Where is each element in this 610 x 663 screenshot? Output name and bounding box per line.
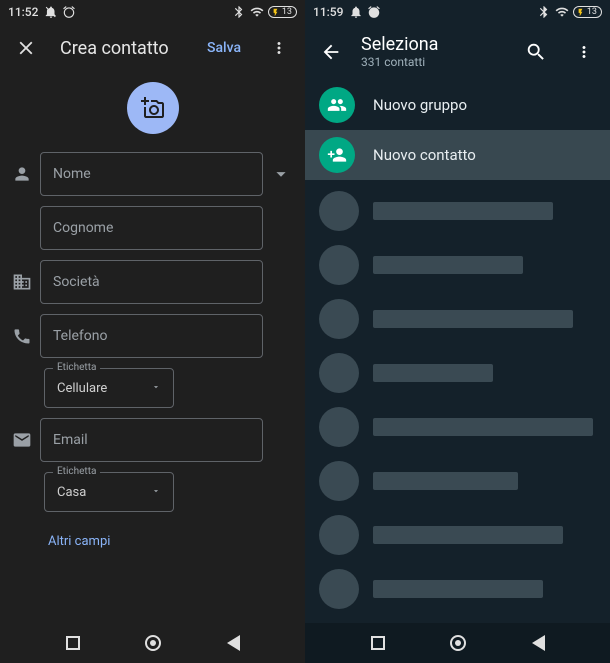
contact-row[interactable] — [319, 238, 596, 292]
wifi-icon — [555, 5, 569, 19]
contact-row[interactable] — [319, 346, 596, 400]
overflow-menu-button[interactable] — [261, 30, 297, 66]
contact-name-placeholder — [373, 202, 553, 220]
new-group-button[interactable]: Nuovo gruppo — [305, 80, 610, 130]
more-vert-icon — [575, 43, 593, 61]
navigation-bar — [305, 623, 610, 663]
search-icon — [525, 41, 547, 63]
company-icon — [12, 272, 32, 292]
contact-row[interactable] — [319, 454, 596, 508]
add-photo-icon — [141, 96, 165, 120]
person-add-icon — [327, 145, 347, 165]
nav-back-button[interactable] — [532, 635, 545, 651]
contact-name-placeholder — [373, 472, 518, 490]
back-button[interactable] — [313, 34, 349, 70]
person-icon — [12, 164, 32, 184]
phone-field[interactable]: Telefono — [40, 314, 263, 358]
navigation-bar — [0, 623, 305, 663]
avatar — [319, 299, 359, 339]
bluetooth-icon — [232, 5, 246, 19]
arrow-back-icon — [320, 41, 342, 63]
new-contact-button[interactable]: Nuovo contatto — [305, 130, 610, 180]
alarm-icon — [62, 5, 76, 19]
chevron-down-icon — [270, 163, 292, 185]
nav-home-button[interactable] — [450, 635, 466, 651]
contact-name-placeholder — [373, 256, 523, 274]
avatar — [319, 461, 359, 501]
contact-row[interactable] — [319, 292, 596, 346]
caret-down-icon — [151, 486, 161, 496]
group-icon — [327, 95, 347, 115]
more-fields-button[interactable]: Altri campi — [8, 522, 295, 549]
save-button[interactable]: Salva — [207, 40, 241, 56]
more-vert-icon — [270, 39, 288, 57]
nav-recents-button[interactable] — [371, 636, 385, 650]
bluetooth-icon — [537, 5, 551, 19]
page-title: Seleziona — [361, 35, 506, 55]
app-bar: Seleziona 331 contatti — [305, 24, 610, 80]
status-bar: 11:52 13 — [0, 0, 305, 24]
alarm-icon — [367, 5, 381, 19]
email-label-select[interactable]: Etichetta Casa — [44, 472, 174, 512]
email-field[interactable]: Email — [40, 418, 263, 462]
avatar — [319, 191, 359, 231]
contact-name-placeholder — [373, 526, 563, 544]
company-field[interactable]: Società — [40, 260, 263, 304]
caret-down-icon — [151, 382, 161, 392]
close-button[interactable] — [8, 30, 44, 66]
contacts-list[interactable] — [305, 180, 610, 663]
add-photo-button[interactable] — [127, 82, 179, 134]
status-time: 11:59 — [313, 5, 343, 19]
nav-back-button[interactable] — [227, 635, 240, 651]
phone-icon — [12, 326, 32, 346]
do-not-disturb-icon — [44, 5, 58, 19]
surname-field[interactable]: Cognome — [40, 206, 263, 250]
battery-indicator: 13 — [573, 6, 602, 18]
expand-name-button[interactable] — [267, 163, 295, 185]
contact-name-placeholder — [373, 580, 543, 598]
app-bar: Crea contatto Salva — [0, 24, 305, 72]
phone-label-select[interactable]: Etichetta Cellulare — [44, 368, 174, 408]
contact-name-placeholder — [373, 418, 593, 436]
avatar — [319, 515, 359, 555]
page-title: Crea contatto — [60, 38, 191, 59]
first-name-field[interactable]: Nome — [40, 152, 263, 196]
create-contact-screen: 11:52 13 Crea contatto Salva — [0, 0, 305, 663]
contact-row[interactable] — [319, 184, 596, 238]
select-contact-screen: 11:59 13 Seleziona 331 contatti — [305, 0, 610, 663]
wifi-icon — [250, 5, 264, 19]
avatar — [319, 407, 359, 447]
nav-home-button[interactable] — [145, 635, 161, 651]
contact-row[interactable] — [319, 400, 596, 454]
do-not-disturb-icon — [349, 5, 363, 19]
avatar — [319, 353, 359, 393]
contact-row[interactable] — [319, 562, 596, 616]
close-icon — [15, 37, 37, 59]
avatar — [319, 569, 359, 609]
search-button[interactable] — [518, 34, 554, 70]
email-icon — [12, 430, 32, 450]
status-time: 11:52 — [8, 5, 38, 19]
status-bar: 11:59 13 — [305, 0, 610, 24]
contact-name-placeholder — [373, 310, 573, 328]
page-subtitle: 331 contatti — [361, 55, 506, 69]
contact-name-placeholder — [373, 364, 493, 382]
avatar — [319, 245, 359, 285]
contact-row[interactable] — [319, 508, 596, 562]
nav-recents-button[interactable] — [66, 636, 80, 650]
battery-indicator: 13 — [268, 6, 297, 18]
contact-form: Nome Cognome Società Telefono Etichetta … — [0, 152, 305, 549]
overflow-menu-button[interactable] — [566, 34, 602, 70]
